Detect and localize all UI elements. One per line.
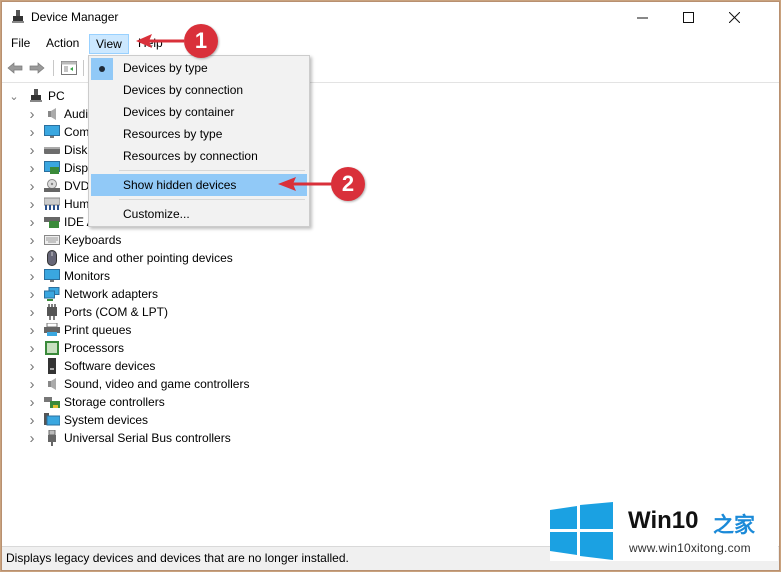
- callout-2: 2: [331, 167, 365, 201]
- annotation-layer: [136, 34, 334, 191]
- callout-1: 1: [184, 24, 218, 58]
- annotation-arrow-1: [136, 34, 184, 48]
- annotation-arrow-2: [278, 177, 334, 191]
